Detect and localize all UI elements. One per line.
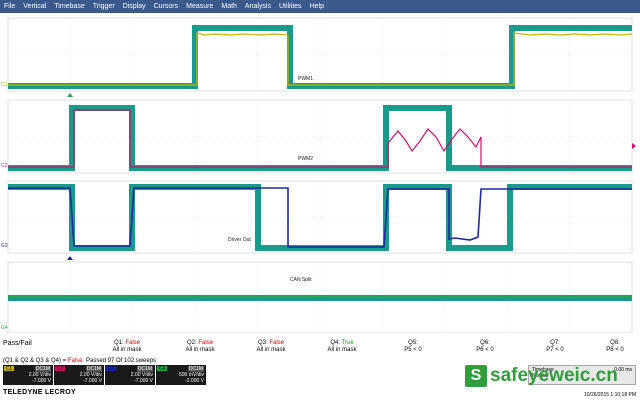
menu-utilities[interactable]: Utilities: [279, 3, 302, 10]
condition-status: Q5:: [378, 340, 448, 347]
timestamp: 10/26/2015 1:10:18 PM: [584, 392, 636, 398]
condition-name: Q6:: [480, 340, 490, 346]
condition-result: True: [341, 340, 354, 346]
condition-detail: P6 < 0: [476, 347, 494, 353]
trigger-marker-1: [67, 93, 73, 97]
grid-marker-g4[interactable]: G4: [1, 325, 8, 331]
condition-name: Q3:: [257, 340, 268, 346]
channel-marker-c1[interactable]: C1: [1, 82, 7, 88]
watermark-text: safeyeweic.cn: [490, 365, 618, 386]
condition-detail: All in mask: [327, 347, 357, 353]
condition-status: Q3: False: [236, 340, 306, 347]
watermark-icon: S: [465, 365, 487, 387]
channel-tag: C2: [55, 366, 65, 372]
channel-offset: -7.000 V: [83, 378, 102, 384]
condition-status: Q2: False: [165, 340, 235, 347]
condition-name: Q1:: [113, 340, 124, 346]
pass-fail-title: Pass/Fail: [3, 340, 32, 347]
condition-q8: Q8: P8 < 0: [580, 340, 640, 354]
menu-measure[interactable]: Measure: [186, 3, 213, 10]
condition-name: Q7:: [550, 340, 560, 346]
menu-display[interactable]: Display: [123, 3, 146, 10]
condition-name: Q2:: [186, 340, 197, 346]
condition-q5: Q5: P5 < 0: [378, 340, 448, 354]
trace-label-pwm1: PWM1: [298, 76, 313, 82]
offset-marker-right: [632, 143, 636, 149]
condition-result: False: [269, 340, 284, 346]
trace-label-pwm2: PWM2: [298, 156, 313, 162]
channel-box-c4[interactable]: C4 DC1M 500 mV/div -2.000 V: [156, 365, 206, 385]
menu-cursors[interactable]: Cursors: [154, 3, 179, 10]
channel-marker-c2[interactable]: C2: [1, 163, 7, 169]
channel-box-c1[interactable]: C1 DC1M 2.00 V/div -7.000 V: [3, 365, 53, 385]
waveform-display: PWM1 PWM2 Driver Out CAN Split C1 C2 G3 …: [0, 13, 640, 333]
channel-tag: C1: [4, 366, 14, 372]
condition-q2: Q2: False All in mask: [165, 340, 235, 354]
logic-expr-text: (Q1 & Q2 & Q3 & Q4) =: [3, 358, 67, 364]
condition-detail: P5 < 0: [404, 347, 422, 353]
condition-status: Q1: False: [92, 340, 162, 347]
condition-detail: All in mask: [112, 347, 142, 353]
mask-pwm1: [8, 25, 632, 89]
condition-result: False: [125, 340, 140, 346]
trigger-marker-2: [67, 256, 73, 260]
menu-vertical[interactable]: Vertical: [23, 3, 46, 10]
condition-q3: Q3: False All in mask: [236, 340, 306, 354]
brand-logo: TELEDYNE LECROY: [3, 389, 76, 396]
condition-q6: Q6: P6 < 0: [450, 340, 520, 354]
channel-box-c2[interactable]: C2 DC1M 2.00 V/div -7.000 V: [54, 365, 104, 385]
passed-count: Passed 97 Of 102 sweeps: [86, 358, 157, 364]
channel-tag: C3: [106, 366, 116, 372]
menu-bar: File Vertical Timebase Trigger Display Cursor…: [0, 0, 640, 13]
channel-tag: C4: [157, 366, 167, 372]
channel-box-c3[interactable]: C3 DC1M 2.00 V/div -7.000 V: [105, 365, 155, 385]
condition-result: False: [198, 340, 213, 346]
logic-expression: (Q1 & Q2 & Q3 & Q4) = False: [3, 358, 83, 364]
condition-detail: P8 < 0: [606, 347, 624, 353]
waveform-svg: [7, 17, 636, 333]
menu-analysis[interactable]: Analysis: [245, 3, 271, 10]
menu-help[interactable]: Help: [310, 3, 324, 10]
trace-label-driver-out: Driver Out: [228, 237, 251, 243]
condition-status: Q4: True: [307, 340, 377, 347]
menu-trigger[interactable]: Trigger: [93, 3, 115, 10]
condition-name: Q5:: [408, 340, 418, 346]
condition-status: Q6:: [450, 340, 520, 347]
menu-math[interactable]: Math: [221, 3, 237, 10]
condition-name: Q4:: [330, 340, 340, 346]
grid-marker-g3[interactable]: G3: [1, 243, 8, 249]
condition-status: Q8:: [580, 340, 640, 347]
condition-q1: Q1: False All in mask: [92, 340, 162, 354]
menu-timebase[interactable]: Timebase: [54, 3, 84, 10]
condition-detail: All in mask: [185, 347, 215, 353]
channel-offset: -2.000 V: [185, 378, 204, 384]
watermark: S safeyeweic.cn: [465, 362, 618, 390]
condition-detail: All in mask: [256, 347, 286, 353]
channel-offset: -7.000 V: [32, 378, 51, 384]
channel-offset: -7.000 V: [134, 378, 153, 384]
condition-name: Q8:: [610, 340, 620, 346]
logic-result: False: [67, 358, 83, 364]
trace-pwm2: [8, 109, 632, 168]
menu-file[interactable]: File: [4, 3, 15, 10]
trace-label-can-split: CAN Split: [290, 277, 312, 283]
condition-q4: Q4: True All in mask: [307, 340, 377, 354]
